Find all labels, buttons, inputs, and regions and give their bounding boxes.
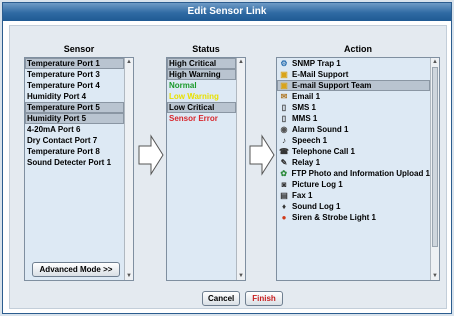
action-list-item[interactable]: ☎ Telephone Call 1 [277,146,430,157]
action-label: Email 1 [292,92,321,101]
action-list-item[interactable]: ✉ Email 1 [277,91,430,102]
status-list-item[interactable]: High Warning [167,69,236,80]
scroll-thumb[interactable] [432,67,438,247]
camera-icon: ◙ [281,180,287,189]
action-list-item[interactable]: ✎ Relay 1 [277,157,430,168]
action-label: Sound Log 1 [292,202,341,211]
action-listbox[interactable]: ⚙ SNMP Trap 1 ▣ E-Mail Support ▣ E-mail Suppo… [276,57,440,281]
phone-screen-icon: ▯ [281,114,287,123]
edit-sensor-link-dialog: Edit Sensor Link Sensor Status Action Te… [2,2,452,314]
fax-icon: ▤ [280,191,288,200]
folder-icon: ▣ [280,70,288,79]
relay-icon: ✎ [280,158,288,167]
cancel-button[interactable]: Cancel [202,291,240,306]
scroll-down-icon[interactable]: ▼ [237,272,245,280]
ftp-icon: ✿ [280,169,288,178]
finish-button[interactable]: Finish [245,291,283,306]
sensor-column-header: Sensor [63,44,95,54]
scroll-down-icon[interactable]: ▼ [431,272,439,280]
sensor-list-item[interactable]: Temperature Port 1 [25,58,124,69]
speaker-icon: ◉ [280,125,288,134]
telephone-icon: ☎ [279,147,289,156]
sensor-link-panel: Sensor Status Action Temperature Port 1T… [9,25,447,309]
action-list-item[interactable]: ⚙ SNMP Trap 1 [277,58,430,69]
siren-icon: ● [281,213,287,222]
microphone-icon: ♦ [281,202,287,211]
scroll-down-icon[interactable]: ▼ [125,272,133,280]
action-label: SMS 1 [292,103,317,112]
dialog-title: Edit Sensor Link [3,3,451,21]
phone-screen-icon: ▯ [281,103,287,112]
right-arrow-icon [249,134,275,176]
sensor-listbox[interactable]: Temperature Port 1 Temperature Port 3 Temp… [24,57,134,281]
action-list-item[interactable]: ✿ FTP Photo and Information Upload 1 [277,168,430,179]
action-list-item[interactable]: ▯ MMS 1 [277,113,430,124]
action-list-item[interactable]: ▤ Fax 1 [277,190,430,201]
sensor-list-item[interactable]: Temperature Port 5 [25,102,124,113]
folder-icon: ▣ [280,81,288,90]
status-list-item[interactable]: Sensor Error [167,113,236,124]
sensor-scrollbar[interactable]: ▲ ▼ [124,58,133,280]
action-list-item[interactable]: ♦ Sound Log 1 [277,201,430,212]
status-list-item[interactable]: Normal [167,80,236,91]
action-label: E-Mail Support [292,70,349,79]
action-label: Speech 1 [292,136,328,145]
sensor-list-item[interactable]: Temperature Port 8 [25,146,124,157]
action-list-item[interactable]: ◉ Alarm Sound 1 [277,124,430,135]
scroll-up-icon[interactable]: ▲ [431,58,439,66]
action-list-item[interactable]: ▣ E-Mail Support [277,69,430,80]
action-scrollbar[interactable]: ▲ ▼ [430,58,439,280]
status-column-header: Status [192,44,220,54]
sensor-list-item[interactable]: Sound Detecter Port 1 [25,157,124,168]
action-list-item[interactable]: ● Siren & Strobe Light 1 [277,212,430,223]
status-list-item[interactable]: High Critical [167,58,236,69]
action-label: Relay 1 [292,158,321,167]
action-list-item[interactable]: ◙ Picture Log 1 [277,179,430,190]
right-arrow-icon [138,134,164,176]
status-list-item[interactable]: Low Critical [167,102,236,113]
envelope-icon: ✉ [280,92,288,101]
scroll-up-icon[interactable]: ▲ [125,58,133,66]
action-label: MMS 1 [292,114,318,123]
network-icon: ⚙ [280,59,288,68]
action-label: SNMP Trap 1 [292,59,341,68]
status-scrollbar[interactable]: ▲ ▼ [236,58,245,280]
sensor-list-item[interactable]: Humidity Port 4 [25,91,124,102]
action-list-item[interactable]: ▣ E-mail Support Team [277,80,430,91]
sensor-list-item[interactable]: Temperature Port 3 [25,69,124,80]
action-label: Telephone Call 1 [292,147,355,156]
status-list-item[interactable]: Low Warning [167,91,236,102]
action-list-item[interactable]: ♪ Speech 1 [277,135,430,146]
advanced-mode-button[interactable]: Advanced Mode >> [32,262,120,277]
status-listbox[interactable]: High Critical High Warning Normal Low Warni… [166,57,246,281]
sensor-list-item[interactable]: Humidity Port 5 [25,113,124,124]
sensor-list-item[interactable]: Temperature Port 4 [25,80,124,91]
sensor-list-item[interactable]: 4-20mA Port 6 [25,124,124,135]
sensor-list-item[interactable]: Dry Contact Port 7 [25,135,124,146]
action-label: Alarm Sound 1 [292,125,349,134]
action-list-item[interactable]: ▯ SMS 1 [277,102,430,113]
speech-icon: ♪ [282,136,286,145]
action-column-header: Action [344,44,372,54]
action-label: Picture Log 1 [292,180,343,189]
action-label: E-mail Support Team [292,81,372,90]
scroll-up-icon[interactable]: ▲ [237,58,245,66]
action-label: Fax 1 [292,191,313,200]
action-label: Siren & Strobe Light 1 [292,213,377,222]
action-label: FTP Photo and Information Upload 1 [291,169,430,178]
